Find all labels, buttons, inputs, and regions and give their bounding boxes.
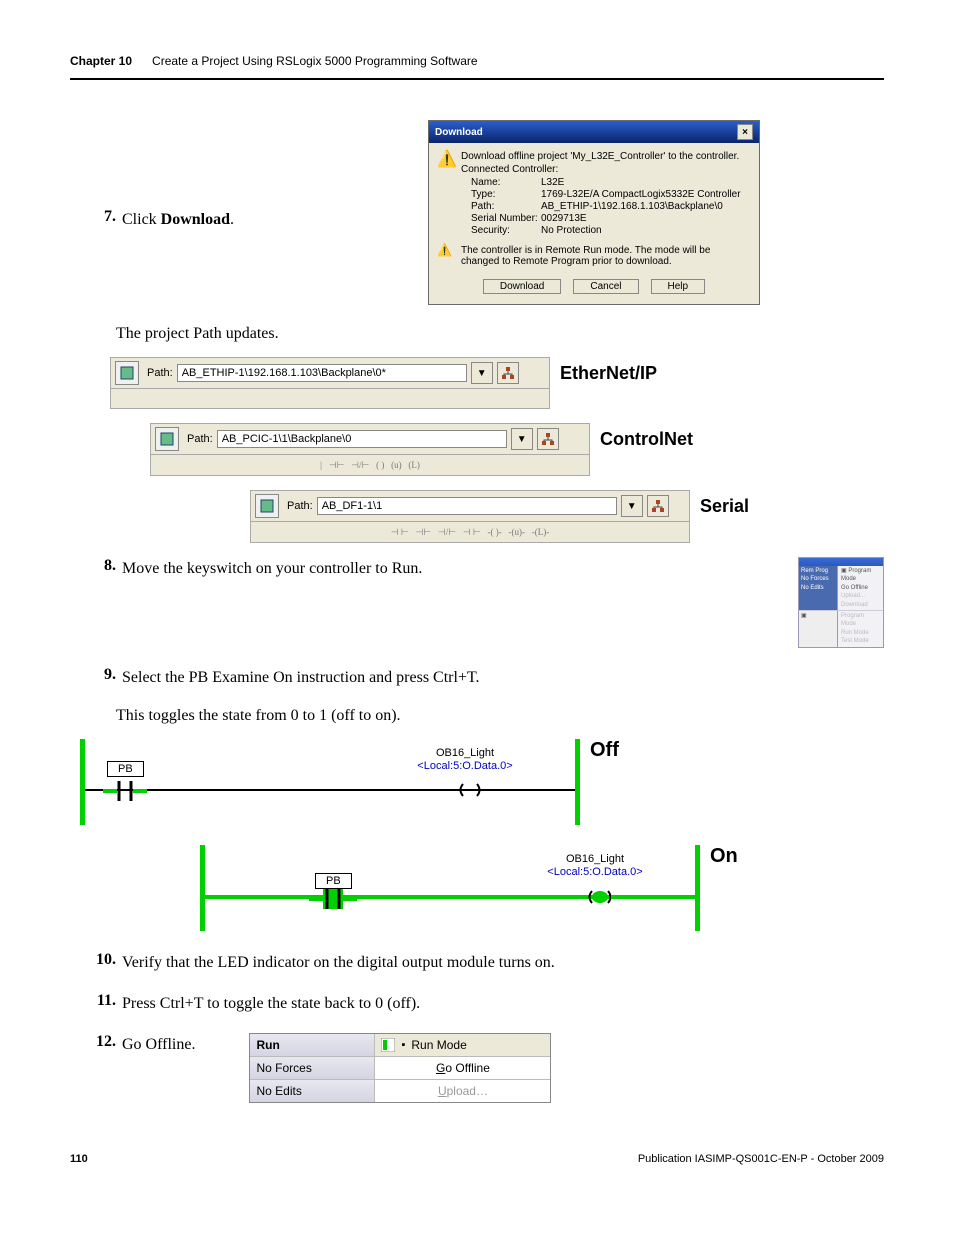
controller-status-panel: Run ▪ Run Mode No Forces Go Offline No E… [249, 1033, 551, 1103]
chevron-down-icon[interactable]: ▼ [511, 428, 533, 450]
state-label-off: Off [590, 739, 619, 762]
path-toolbar-cnet: Path: ▼ [150, 423, 590, 455]
chevron-down-icon[interactable]: ▼ [471, 362, 493, 384]
path-value: AB_ETHIP-1\192.168.1.103\Backplane\0 [541, 201, 723, 212]
step-8: 8. Move the keyswitch on your controller… [88, 557, 788, 580]
xic-tag: PB [107, 761, 144, 777]
network-label-serial: Serial [700, 496, 749, 517]
run-mode-label: Run Mode [411, 1038, 466, 1052]
download-message: Download offline project 'My_L32E_Contro… [461, 151, 751, 162]
path-input-ethip[interactable] [177, 364, 467, 382]
chevron-down-icon[interactable]: ▼ [621, 495, 643, 517]
mode-warning: The controller is in Remote Run mode. Th… [461, 245, 751, 267]
ladder-rung-on: PB OB16_Light <Local:5:O.Data.0> [200, 845, 700, 931]
security-label: Security: [471, 225, 541, 236]
step-11: 11. Press Ctrl+T to toggle the state bac… [88, 992, 884, 1015]
ladder-element-toolbar: ⊣ ⊢ ⊣⊢ ⊣/⊢ ⊣ ⊢ -( )- -(u)- -(L)- [250, 522, 690, 543]
rslinx-icon[interactable] [115, 361, 139, 385]
browse-tree-icon[interactable] [537, 428, 559, 450]
step-number: 12. [88, 1033, 122, 1051]
page-number: 110 [70, 1153, 88, 1165]
xic-instruction-icon [103, 781, 147, 801]
close-icon[interactable]: × [737, 124, 753, 140]
network-label-cnet: ControlNet [600, 429, 693, 450]
publication-info: Publication IASIMP-QS001C-EN-P - October… [638, 1153, 884, 1165]
go-offline-item[interactable]: Go Offline [841, 584, 880, 592]
upload-menu-item: Upload… [438, 1084, 488, 1098]
path-label: Path: [471, 201, 541, 212]
step-7: 7. Click Download. [88, 120, 388, 231]
ote-tag: OB16_Light [405, 747, 525, 760]
path-label: Path: [287, 500, 313, 512]
browse-tree-icon[interactable] [497, 362, 519, 384]
dialog-title: Download [435, 127, 483, 138]
path-input-cnet[interactable] [217, 430, 507, 448]
path-label: Path: [147, 367, 173, 379]
connected-label: Connected Controller: [461, 164, 751, 175]
cancel-button[interactable]: Cancel [573, 279, 638, 294]
serial-label: Serial Number: [471, 213, 541, 224]
help-button[interactable]: Help [651, 279, 706, 294]
type-label: Type: [471, 189, 541, 200]
step-number: 9. [88, 666, 122, 684]
step-number: 8. [88, 557, 122, 575]
chapter-number: Chapter 10 [70, 54, 132, 68]
page-footer: 110 Publication IASIMP-QS001C-EN-P - Oct… [70, 1153, 884, 1165]
download-dialog: Download × ⚠️ Download offline project '… [428, 120, 760, 305]
no-edits-label: No Edits [250, 1080, 375, 1102]
xic-instruction-icon [309, 889, 357, 909]
run-label: Run [256, 1038, 279, 1052]
name-value: L32E [541, 177, 564, 188]
name-label: Name: [471, 177, 541, 188]
path-toolbar-serial: Path: ▼ [250, 490, 690, 522]
ote-instruction-icon [445, 783, 495, 797]
run-indicator-icon [381, 1038, 395, 1052]
rslinx-icon[interactable] [155, 427, 179, 451]
page-header: Chapter 10 Create a Project Using RSLogi… [70, 54, 884, 80]
rslinx-icon[interactable] [255, 494, 279, 518]
ote-instruction-icon [573, 889, 627, 905]
step-12: 12. Go Offline. [88, 1033, 195, 1056]
security-value: No Protection [541, 225, 602, 236]
ote-alias: <Local:5:O.Data.0> [535, 866, 655, 879]
path-toolbar-ethip: Path: ▼ [110, 357, 550, 389]
type-value: 1769-L32E/A CompactLogix5332E Controller [541, 189, 741, 200]
step-number: 11. [88, 992, 122, 1010]
serial-value: 0029713E [541, 213, 587, 224]
body-text: This toggles the state from 0 to 1 (off … [116, 707, 884, 725]
xic-tag: PB [315, 873, 352, 889]
download-button[interactable]: Download [483, 279, 561, 294]
path-input-serial[interactable] [317, 497, 617, 515]
state-label-on: On [710, 845, 738, 868]
ladder-rung-off: PB OB16_Light <Local:5:O.Data.0> [80, 739, 580, 825]
step-number: 7. [88, 208, 122, 226]
controller-mode-menu[interactable]: Rem Prog No Forces No Edits ▣ Program Mo… [798, 557, 884, 648]
step-9: 9. Select the PB Examine On instruction … [88, 666, 884, 689]
no-forces-label: No Forces [250, 1057, 375, 1079]
warning-icon: ⚠️ [437, 243, 461, 269]
chapter-title: Create a Project Using RSLogix 5000 Prog… [152, 54, 478, 68]
step-10: 10. Verify that the LED indicator on the… [88, 951, 884, 974]
go-offline-menu-item[interactable]: Go Offline [436, 1061, 490, 1075]
body-text: The project Path updates. [116, 325, 884, 343]
warning-icon: ⚠️ [437, 149, 461, 237]
browse-tree-icon[interactable] [647, 495, 669, 517]
step-number: 10. [88, 951, 122, 969]
dialog-titlebar: Download × [429, 121, 759, 143]
ladder-element-toolbar: | ⊣⊢ ⊣/⊢ ( ) (u) (L) [150, 455, 590, 476]
network-label-ethip: EtherNet/IP [560, 363, 657, 384]
path-label: Path: [187, 433, 213, 445]
ote-tag: OB16_Light [535, 853, 655, 866]
ote-alias: <Local:5:O.Data.0> [405, 760, 525, 773]
